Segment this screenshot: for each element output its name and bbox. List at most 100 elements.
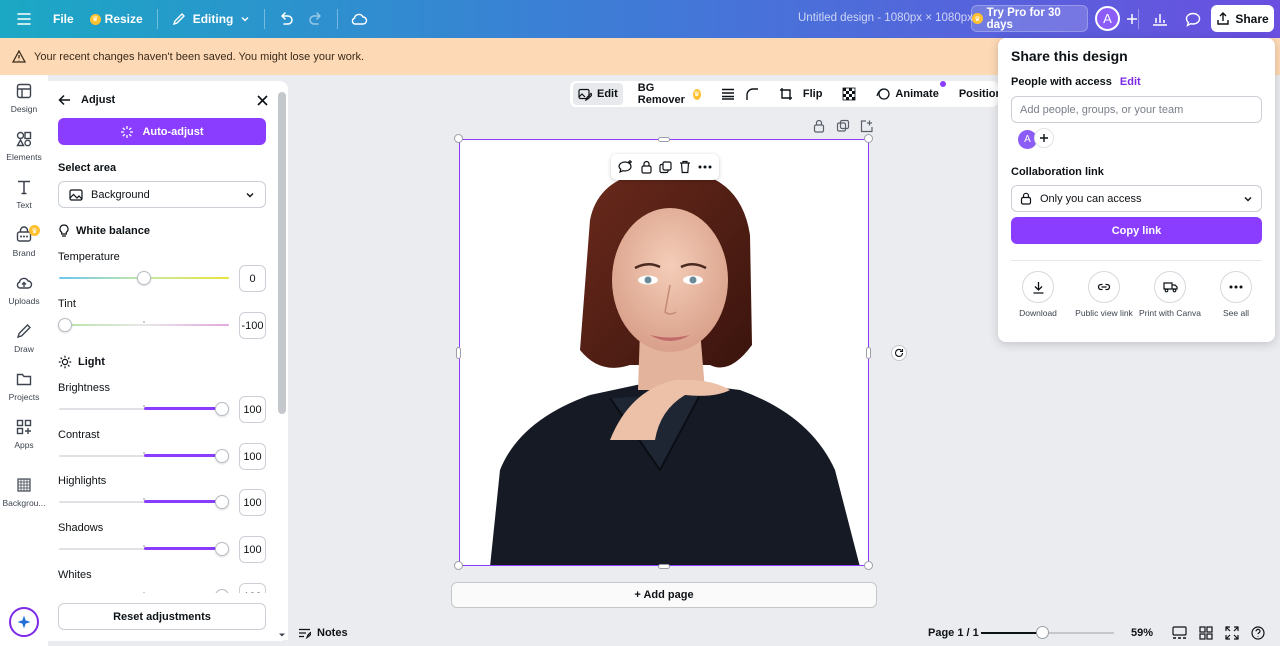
- shadows-slider[interactable]: [59, 541, 229, 557]
- public-view-link-action[interactable]: Public view link: [1072, 271, 1136, 319]
- rail-item-draw[interactable]: Draw: [0, 315, 48, 361]
- back-arrow-icon[interactable]: [58, 94, 71, 106]
- share-button[interactable]: Share: [1211, 5, 1274, 32]
- rotate-handle[interactable]: [891, 345, 907, 361]
- zoom-knob[interactable]: [1036, 626, 1049, 639]
- try-pro-button[interactable]: ♛ Try Pro for 30 days: [971, 5, 1088, 32]
- highlights-slider[interactable]: [59, 494, 229, 510]
- slider-knob[interactable]: [137, 271, 151, 285]
- edit-image-button[interactable]: Edit: [573, 83, 623, 105]
- fullscreen-icon[interactable]: [1225, 626, 1239, 640]
- rail-item-apps[interactable]: Apps: [0, 411, 48, 457]
- comment-icon[interactable]: [1178, 4, 1208, 34]
- rail-item-elements[interactable]: Elements: [0, 123, 48, 169]
- flip-button[interactable]: Flip: [798, 83, 828, 105]
- brightness-slider[interactable]: [59, 401, 229, 417]
- rail-item-uploads[interactable]: Uploads: [0, 267, 48, 313]
- rail-item-design[interactable]: Design: [0, 75, 48, 121]
- tint-value[interactable]: -100: [239, 312, 266, 339]
- resize-handle[interactable]: [456, 347, 461, 359]
- resize-handle[interactable]: [864, 134, 873, 143]
- design-page[interactable]: [459, 139, 869, 566]
- lock-icon[interactable]: [640, 160, 653, 174]
- rail-item-text[interactable]: Text: [0, 171, 48, 217]
- slider-knob[interactable]: [215, 542, 229, 556]
- highlights-label: Highlights: [58, 475, 107, 487]
- see-all-action[interactable]: See all: [1204, 271, 1268, 319]
- resize-handle[interactable]: [454, 561, 463, 570]
- slider-knob[interactable]: [215, 495, 229, 509]
- resize-button[interactable]: ♛ Resize: [82, 4, 151, 34]
- cloud-save-icon[interactable]: [344, 4, 374, 34]
- select-area-dropdown[interactable]: Background: [58, 181, 266, 208]
- notes-button[interactable]: Notes: [298, 627, 348, 639]
- brightness-value[interactable]: 100: [239, 396, 266, 423]
- bg-remover-button[interactable]: BG Remover ♛: [633, 82, 706, 106]
- resize-handle[interactable]: [866, 347, 871, 359]
- slider-knob[interactable]: [215, 449, 229, 463]
- border-style-button[interactable]: [716, 83, 740, 105]
- zoom-slider[interactable]: [981, 626, 1114, 639]
- rail-item-background[interactable]: Backgrou...: [0, 469, 48, 515]
- design-title[interactable]: Untitled design - 1080px × 1080px: [798, 12, 973, 24]
- add-people-input[interactable]: Add people, groups, or your team: [1011, 96, 1262, 123]
- undo-icon[interactable]: [271, 4, 301, 34]
- resize-handle[interactable]: [864, 561, 873, 570]
- page-actions: [812, 119, 874, 133]
- page-indicator[interactable]: Page 1 / 1: [928, 627, 979, 639]
- resize-handle[interactable]: [454, 134, 463, 143]
- contrast-value[interactable]: 100: [239, 443, 266, 470]
- divider: [156, 9, 158, 29]
- more-icon[interactable]: [698, 165, 712, 169]
- highlights-value[interactable]: 100: [239, 489, 266, 516]
- copy-link-button[interactable]: Copy link: [1011, 217, 1262, 244]
- magic-assistant-button[interactable]: [9, 607, 39, 637]
- close-icon[interactable]: [257, 94, 268, 106]
- portrait-photo[interactable]: [460, 140, 869, 566]
- slider-knob[interactable]: [58, 318, 72, 332]
- chevron-down-icon: [241, 17, 249, 22]
- rail-item-projects[interactable]: Projects: [0, 363, 48, 409]
- transparency-button[interactable]: [837, 83, 861, 105]
- scroll-down-icon[interactable]: [278, 628, 286, 638]
- menu-icon[interactable]: [9, 4, 39, 34]
- download-action[interactable]: Download: [1006, 271, 1070, 319]
- analytics-icon[interactable]: [1145, 4, 1175, 34]
- animate-button[interactable]: Animate: [871, 81, 946, 105]
- contrast-slider[interactable]: [59, 448, 229, 464]
- lock-icon[interactable]: [812, 119, 826, 133]
- resize-handle[interactable]: [658, 137, 670, 142]
- slider-knob[interactable]: [215, 402, 229, 416]
- reset-adjustments-button[interactable]: Reset adjustments: [58, 603, 266, 630]
- editing-mode-button[interactable]: Editing: [164, 4, 259, 34]
- auto-adjust-button[interactable]: Auto-adjust: [58, 118, 266, 145]
- redo-icon[interactable]: [301, 4, 331, 34]
- page-view-icon[interactable]: [1172, 626, 1187, 640]
- comment-add-icon[interactable]: [618, 160, 633, 174]
- temperature-slider[interactable]: [59, 270, 229, 286]
- add-collaborator-icon[interactable]: [1117, 4, 1147, 34]
- grid-view-icon[interactable]: [1199, 626, 1213, 640]
- help-icon[interactable]: [1251, 626, 1265, 640]
- add-page-icon[interactable]: [860, 119, 874, 133]
- print-with-canva-action[interactable]: Print with Canva: [1138, 271, 1202, 319]
- corner-rounding-button[interactable]: [740, 83, 764, 105]
- white-balance-label: White balance: [76, 225, 150, 237]
- zoom-value[interactable]: 59%: [1131, 627, 1153, 639]
- temperature-value[interactable]: 0: [239, 265, 266, 292]
- add-page-button[interactable]: + Add page: [451, 582, 877, 608]
- collaboration-link-dropdown[interactable]: Only you can access: [1011, 185, 1262, 212]
- panel-scrollbar[interactable]: [276, 90, 288, 640]
- scrollbar-thumb[interactable]: [278, 92, 286, 414]
- edit-access-link[interactable]: Edit: [1120, 76, 1141, 88]
- duplicate-icon[interactable]: [836, 119, 850, 133]
- trash-icon[interactable]: [679, 160, 691, 174]
- duplicate-icon[interactable]: [659, 160, 673, 174]
- file-menu-button[interactable]: File: [45, 4, 82, 34]
- tint-slider[interactable]: [58, 317, 229, 333]
- resize-handle[interactable]: [658, 564, 670, 569]
- rail-item-brand[interactable]: Brand ♛: [0, 219, 48, 265]
- shadows-value[interactable]: 100: [239, 536, 266, 563]
- crop-button[interactable]: [774, 83, 798, 105]
- add-person-button[interactable]: [1034, 128, 1054, 148]
